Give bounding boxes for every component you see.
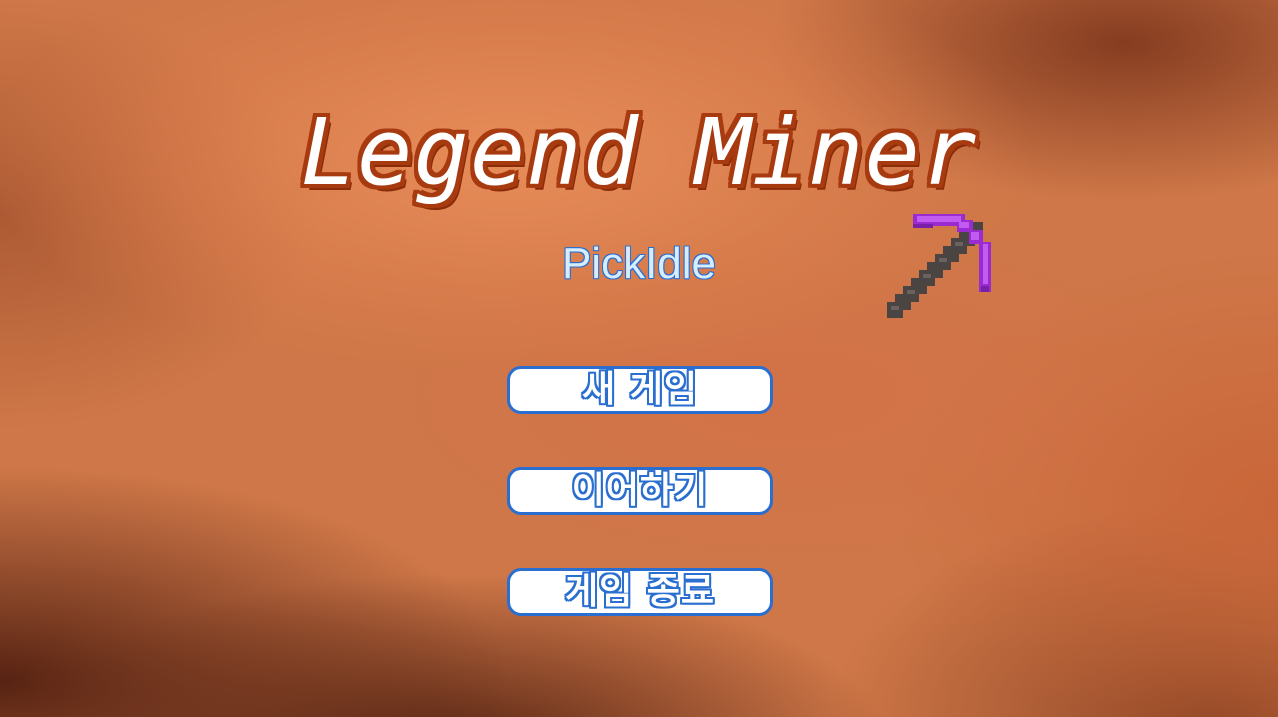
game-title: Legend Miner bbox=[300, 99, 978, 206]
pickaxe-icon bbox=[887, 214, 991, 318]
new-game-label: 새 게임 bbox=[582, 369, 698, 410]
continue-button[interactable]: 이어하기 bbox=[507, 467, 773, 515]
game-subtitle: PickIdle bbox=[561, 239, 717, 288]
continue-label: 이어하기 bbox=[571, 470, 709, 511]
quit-game-button[interactable]: 게임 종료 bbox=[507, 568, 773, 616]
quit-game-label: 게임 종료 bbox=[564, 571, 715, 612]
new-game-button[interactable]: 새 게임 bbox=[507, 366, 773, 414]
